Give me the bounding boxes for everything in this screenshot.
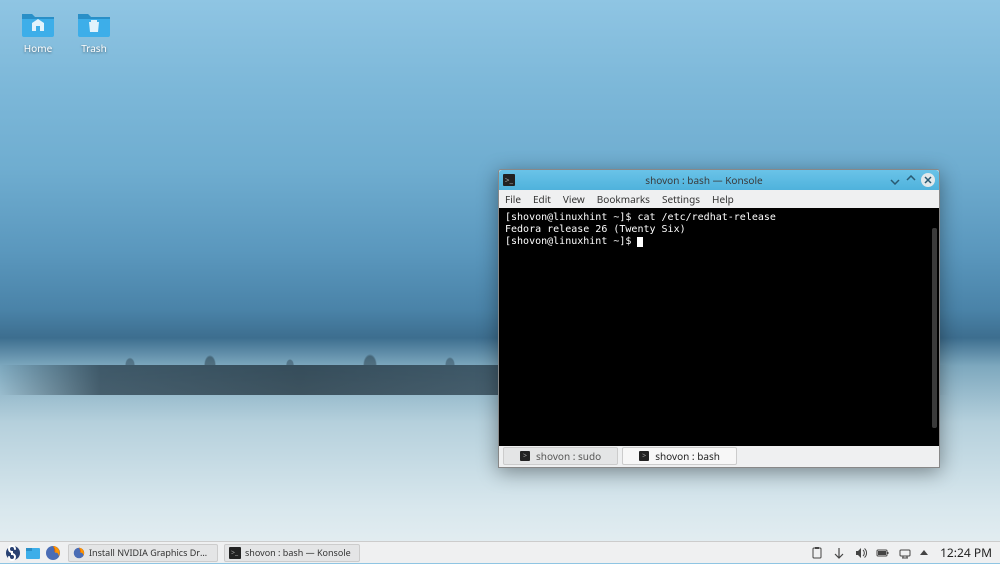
svg-text:>_: >_: [231, 549, 239, 558]
terminal-line: [shovon@linuxhint ~]$ cat /etc/redhat-re…: [505, 212, 933, 224]
taskbar-entry-label: shovon : bash — Konsole: [245, 546, 351, 559]
desktop-icon-label: Trash: [70, 41, 118, 55]
close-button[interactable]: [921, 173, 935, 187]
minimize-button[interactable]: [889, 174, 901, 186]
trash-folder-icon: [76, 8, 112, 38]
tray-expand-icon[interactable]: [920, 550, 928, 555]
menubar: File Edit View Bookmarks Settings Help: [499, 190, 939, 208]
konsole-window[interactable]: >_ shovon : bash — Konsole File Edit Vie…: [498, 169, 940, 468]
pinned-firefox-icon[interactable]: [44, 544, 62, 562]
desktop-icon-home[interactable]: Home: [14, 8, 62, 55]
terminal-prompt: [shovon@linuxhint ~]$: [505, 236, 933, 248]
home-folder-icon: [20, 8, 56, 38]
menu-help[interactable]: Help: [712, 192, 734, 206]
cursor-icon: [637, 237, 643, 247]
desktop-icon-label: Home: [14, 41, 62, 55]
window-title: shovon : bash — Konsole: [519, 173, 889, 187]
terminal-tab-bar: > shovon : sudo > shovon : bash: [499, 446, 939, 466]
firefox-icon: [73, 547, 85, 559]
volume-tray-icon[interactable]: [854, 546, 868, 560]
scrollbar[interactable]: [932, 228, 937, 428]
updates-tray-icon[interactable]: [832, 546, 846, 560]
terminal-tab-sudo[interactable]: > shovon : sudo: [503, 447, 618, 465]
clock[interactable]: 12:24 PM: [940, 544, 992, 561]
terminal-icon: >_: [229, 547, 241, 559]
desktop-icon-trash[interactable]: Trash: [70, 8, 118, 55]
maximize-button[interactable]: [905, 174, 917, 186]
window-titlebar[interactable]: >_ shovon : bash — Konsole: [499, 170, 939, 190]
clipboard-tray-icon[interactable]: [810, 546, 824, 560]
start-menu-button[interactable]: [4, 544, 22, 562]
taskbar-entry-firefox[interactable]: Install NVIDIA Graphics Driv...: [68, 544, 218, 562]
network-tray-icon[interactable]: [898, 546, 912, 560]
terminal-line: Fedora release 26 (Twenty Six): [505, 224, 933, 236]
battery-tray-icon[interactable]: [876, 546, 890, 560]
terminal-output[interactable]: [shovon@linuxhint ~]$ cat /etc/redhat-re…: [499, 208, 939, 446]
taskbar: Install NVIDIA Graphics Driv... >_ shovo…: [0, 541, 1000, 563]
terminal-tab-label: shovon : sudo: [536, 449, 601, 463]
pinned-dolphin-icon[interactable]: [24, 544, 42, 562]
terminal-tab-icon: >: [639, 451, 649, 461]
taskbar-entry-konsole[interactable]: >_ shovon : bash — Konsole: [224, 544, 360, 562]
konsole-icon: >_: [503, 174, 515, 186]
menu-bookmarks[interactable]: Bookmarks: [597, 192, 650, 206]
menu-file[interactable]: File: [505, 192, 521, 206]
taskbar-entry-label: Install NVIDIA Graphics Driv...: [89, 546, 209, 559]
menu-edit[interactable]: Edit: [533, 192, 551, 206]
terminal-tab-label: shovon : bash: [655, 449, 720, 463]
menu-view[interactable]: View: [563, 192, 585, 206]
menu-settings[interactable]: Settings: [662, 192, 700, 206]
terminal-tab-bash[interactable]: > shovon : bash: [622, 447, 737, 465]
terminal-tab-icon: >: [520, 451, 530, 461]
